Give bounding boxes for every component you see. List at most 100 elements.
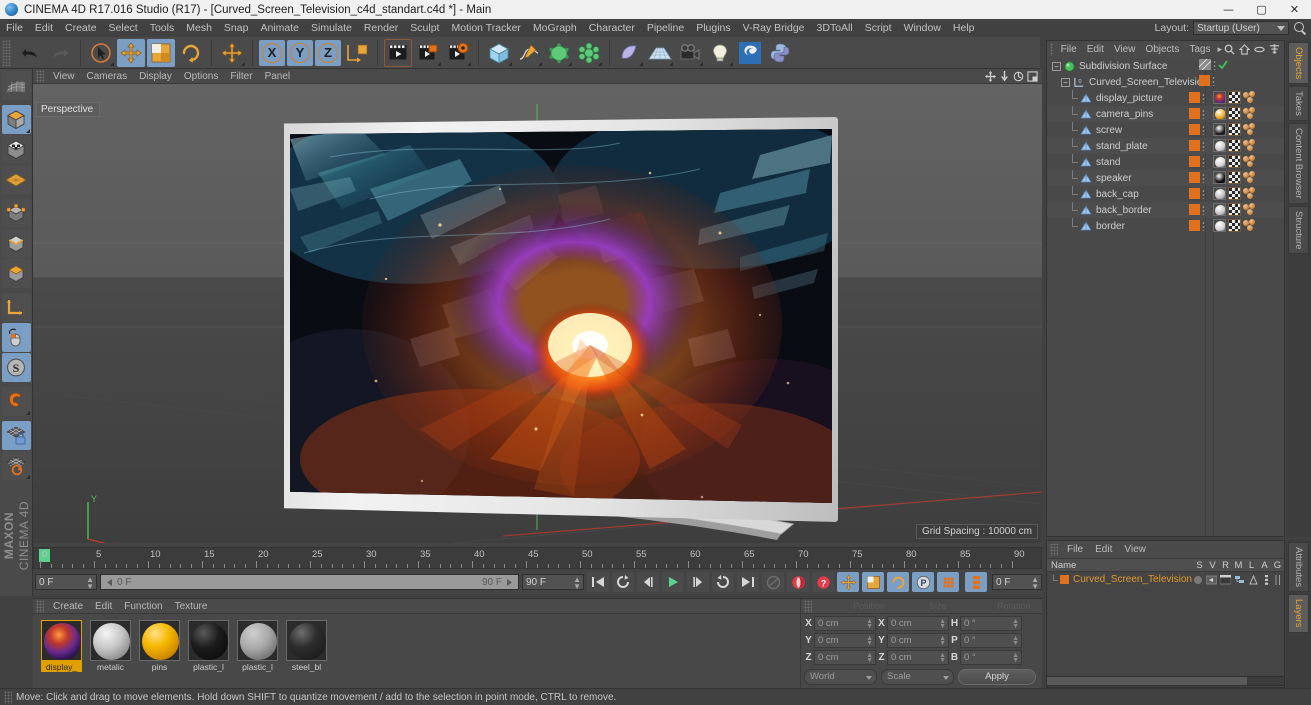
minimize-button[interactable]: — [1212,0,1245,19]
pan-icon[interactable] [985,70,996,82]
stepper-icon[interactable]: ▲ ▼ [86,576,94,591]
tab-takes[interactable]: Takes [1288,86,1309,122]
texture-tag-icon[interactable] [1228,91,1241,104]
layers-horizontal-scrollbar[interactable] [1046,676,1285,686]
pos-y-field[interactable]: 0 cm ▲ ▼ [814,632,876,648]
menu-edit[interactable]: Edit [29,19,59,37]
menu-vray-bridge[interactable]: V-Ray Bridge [737,19,811,37]
lock-workplane-icon[interactable] [1,421,31,450]
rot-b-field[interactable]: 0 ° ▲ ▼ [960,649,1022,665]
search-icon[interactable] [1293,21,1307,35]
pla-key-button[interactable] [937,572,959,592]
timeline-ruler[interactable]: 0 5 10 15 20 25 30 35 40 45 50 55 60 65 70 75 80 85 90 [33,547,1042,569]
layer-color-swatch[interactable] [1199,75,1210,86]
step-forward-button[interactable] [687,572,709,592]
layer-color-swatch[interactable] [1189,156,1200,167]
workplane-rotate-icon[interactable] [1,451,31,480]
material-tag-icon[interactable] [1213,171,1226,184]
add-floor-button[interactable] [646,38,674,67]
viewport-camera-tag[interactable]: Perspective [36,102,101,117]
redo-button[interactable] [46,38,74,67]
texture-tag-icon[interactable] [1228,171,1241,184]
object-manager-grip[interactable] [1050,43,1053,56]
material-menu-function[interactable]: Function [118,599,168,614]
layer-color-swatch[interactable] [1189,188,1200,199]
selection-tag-icon[interactable] [1243,91,1258,104]
render-to-picture-viewer-button[interactable] [414,38,442,67]
key-selection-button[interactable]: ? [812,572,834,592]
maximize-viewport-icon[interactable] [1027,70,1038,82]
menu-script[interactable]: Script [859,19,898,37]
texture-tag-icon[interactable] [1228,219,1241,232]
position-key-button[interactable] [837,572,859,592]
layer-color-swatch[interactable] [1189,124,1200,135]
object-row[interactable]: stand_plate [1047,137,1284,154]
home-icon[interactable] [1239,44,1250,55]
status-bar-grip[interactable] [4,690,12,704]
move-tool-button[interactable] [117,38,145,67]
scale-key-button[interactable] [862,572,884,592]
stepper-icon[interactable]: ▲ ▼ [1012,652,1019,664]
add-deformer-button[interactable] [616,38,644,67]
loop-button[interactable] [712,572,734,592]
manager-toggle-icon[interactable] [1234,575,1245,585]
object-menu-file[interactable]: File [1056,41,1082,58]
menu-character[interactable]: Character [583,19,641,37]
row-dots-icon[interactable] [1202,124,1205,135]
object-row[interactable]: screw [1047,121,1284,138]
object-row[interactable]: back_border [1047,201,1284,218]
coordinate-mode-dropdown[interactable]: Scale [881,669,954,685]
row-dots-icon[interactable] [1212,75,1215,86]
menu-sculpt[interactable]: Sculpt [404,19,445,37]
live-selection-button[interactable] [87,38,115,67]
layer-color-swatch[interactable] [1189,220,1200,231]
object-row[interactable]: back_cap [1047,185,1284,202]
viewport-menu-options[interactable]: Options [178,69,224,84]
render-toggle-icon[interactable] [1220,574,1231,585]
menu-file[interactable]: File [0,19,29,37]
layout-dropdown[interactable]: Startup (User) [1193,21,1289,35]
viewport-menu-panel[interactable]: Panel [259,69,297,84]
rotate-tool-button[interactable] [177,38,205,67]
dolly-icon[interactable] [999,70,1010,82]
material-tag-icon[interactable] [1213,187,1226,200]
menu-help[interactable]: Help [947,19,981,37]
link-icon[interactable] [1254,44,1265,55]
object-axis-icon[interactable] [1,293,31,322]
stepper-icon[interactable]: ▲ ▼ [939,652,946,664]
go-to-end-button[interactable] [737,572,759,592]
texture-tag-icon[interactable] [1228,187,1241,200]
material-plastic-light[interactable]: plastic_l [237,620,278,672]
object-tree[interactable]: − Subdivision Surface − 0 Curved_Screen_… [1047,58,1284,536]
menu-snap[interactable]: Snap [218,19,255,37]
material-tag-icon[interactable] [1213,203,1226,216]
selection-tag-icon[interactable] [1243,155,1258,168]
tab-layers[interactable]: Layers [1288,594,1309,633]
row-dots-icon[interactable] [1202,188,1205,199]
stepper-icon[interactable]: ▲ ▼ [573,576,581,591]
render-view-button[interactable] [384,38,412,67]
expander-icon[interactable]: − [1052,61,1061,71]
current-frame-field[interactable]: 0 F ▲ ▼ [35,574,97,591]
menu-simulate[interactable]: Simulate [305,19,358,37]
workplane-icon[interactable] [1,165,31,194]
row-dots-icon[interactable] [1202,220,1205,231]
apply-button[interactable]: Apply [958,669,1036,685]
row-dots-icon[interactable] [1202,172,1205,183]
undo-button[interactable] [16,38,44,67]
toolbar-grip[interactable] [2,39,11,66]
play-button[interactable] [662,572,684,592]
viewport-menu-display[interactable]: Display [133,69,178,84]
pos-x-field[interactable]: 0 cm ▲ ▼ [814,615,876,631]
menu-3dtoall[interactable]: 3DToAll [811,19,859,37]
selection-tag-icon[interactable] [1243,219,1258,232]
object-row[interactable]: display_picture [1047,89,1284,106]
content-browser-button[interactable] [736,38,764,67]
row-dots-icon[interactable] [1213,59,1216,70]
menu-mesh[interactable]: Mesh [180,19,218,37]
hatch-tag-icon[interactable] [1199,59,1211,70]
add-camera-button[interactable] [676,38,704,67]
close-button[interactable]: ✕ [1278,0,1311,19]
row-dots-icon[interactable] [1202,140,1205,151]
selection-tag-icon[interactable] [1243,139,1258,152]
